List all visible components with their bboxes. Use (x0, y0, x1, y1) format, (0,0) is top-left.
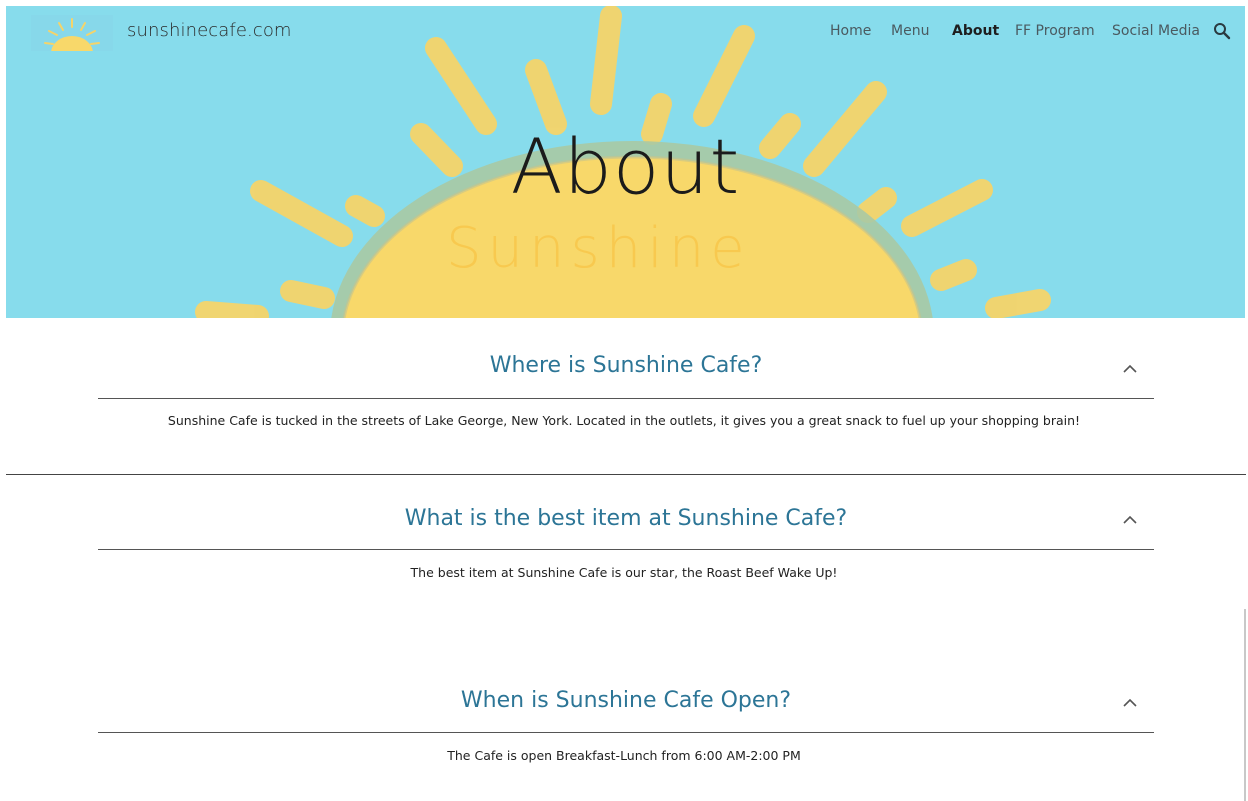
scrollbar[interactable] (1244, 609, 1246, 801)
faq-answer: Sunshine Cafe is tucked in the streets o… (167, 413, 1081, 428)
chevron-up-icon[interactable] (1122, 515, 1138, 525)
nav-menu[interactable]: Menu (891, 23, 929, 39)
faq-header[interactable]: Where is Sunshine Cafe? (98, 343, 1154, 399)
faq-question: What is the best item at Sunshine Cafe? (404, 506, 848, 531)
faq-answer: The best item at Sunshine Cafe is our st… (410, 565, 838, 580)
search-icon[interactable] (1213, 22, 1231, 40)
sun-logo-icon (44, 18, 100, 51)
faq-question: Where is Sunshine Cafe? (489, 353, 763, 378)
nav-home[interactable]: Home (830, 23, 871, 39)
faq-question: When is Sunshine Cafe Open? (460, 688, 792, 713)
site-logo[interactable] (31, 15, 113, 51)
nav-social-media[interactable]: Social Media (1112, 23, 1200, 39)
top-navigation-bar: sunshinecafe.com Home Menu About FF Prog… (6, 6, 1245, 58)
nav-about[interactable]: About (952, 23, 999, 39)
chevron-up-icon[interactable] (1122, 364, 1138, 374)
nav-ff-program[interactable]: FF Program (1015, 23, 1095, 39)
faq-answer: The Cafe is open Breakfast-Lunch from 6:… (447, 748, 801, 763)
chevron-up-icon[interactable] (1122, 698, 1138, 708)
section-divider (6, 474, 1246, 475)
hero-handwritten-word: Sunshine (446, 216, 751, 281)
site-name-link[interactable]: sunshinecafe.com (127, 20, 292, 41)
faq-header[interactable]: When is Sunshine Cafe Open? (98, 677, 1154, 733)
page-title: About (510, 122, 741, 211)
faq-header[interactable]: What is the best item at Sunshine Cafe? (98, 494, 1154, 550)
hero-banner: sunshinecafe.com Home Menu About FF Prog… (6, 6, 1245, 318)
